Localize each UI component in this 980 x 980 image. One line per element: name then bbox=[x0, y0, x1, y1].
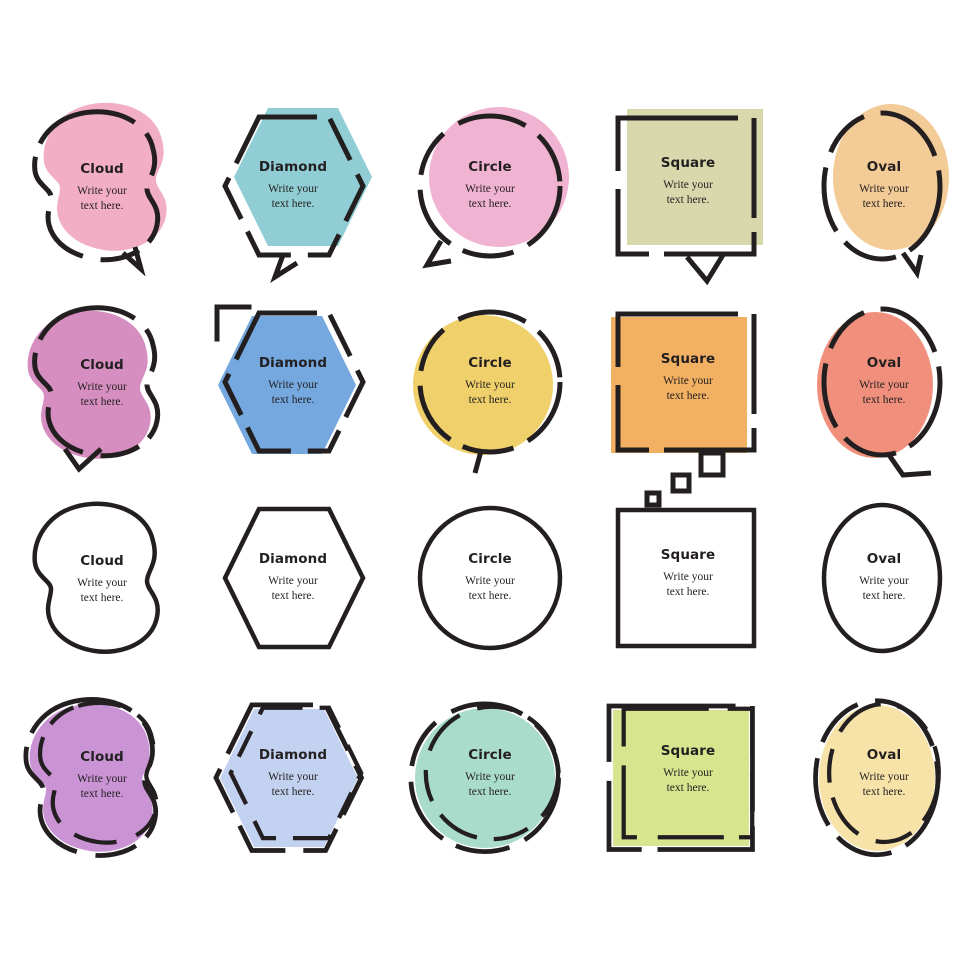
grid-spacer bbox=[0, 0, 196, 88]
tail-pointer-icon bbox=[685, 253, 726, 286]
badge-grid: Cloud Write your text here. Diamond Write yo… bbox=[0, 0, 980, 980]
badge-cell-cloud-r1[interactable]: Cloud Write your text here. bbox=[0, 88, 196, 284]
grid-spacer bbox=[392, 872, 588, 980]
badge-cell-cloud-r4[interactable]: Cloud Write your text here. bbox=[0, 676, 196, 872]
badge-cell-oval-r4[interactable]: Oval Write your text here. bbox=[784, 676, 980, 872]
square-shape-icon bbox=[611, 311, 757, 508]
speech-bubble-circle[interactable]: Circle Write your text here. bbox=[405, 101, 575, 271]
oval-shape-icon bbox=[817, 306, 943, 478]
badge-cell-oval-r2[interactable]: Oval Write your text here. bbox=[784, 284, 980, 480]
cloud-shape-icon bbox=[23, 697, 159, 858]
badge-cell-oval-r3[interactable]: Oval Write your text here. bbox=[784, 480, 980, 676]
diamond-shape-icon bbox=[213, 702, 365, 853]
badge-cell-diamond-r1[interactable]: Diamond Write your text here. bbox=[196, 88, 392, 284]
badge-cell-circle-r2[interactable]: Circle Write your text here. bbox=[392, 284, 588, 480]
speech-bubble-circle[interactable]: Circle Write your text here. bbox=[405, 493, 575, 663]
speech-bubble-oval[interactable]: Oval Write your text here. bbox=[797, 101, 967, 280]
badge-cell-circle-r1[interactable]: Circle Write your text here. bbox=[392, 88, 588, 284]
diamond-shape-icon bbox=[214, 304, 366, 454]
cloud-shape-icon bbox=[27, 305, 161, 473]
circle-shape-icon bbox=[408, 701, 561, 854]
speech-bubble-square[interactable]: Square Write your text here. bbox=[601, 101, 771, 286]
speech-bubble-circle[interactable]: Circle Write your text here. bbox=[405, 297, 575, 474]
badge-cell-circle-r4[interactable]: Circle Write your text here. bbox=[392, 676, 588, 872]
speech-bubble-oval[interactable]: Oval Write your text here. bbox=[797, 493, 967, 663]
grid-spacer bbox=[196, 0, 392, 88]
oval-shape-icon bbox=[821, 502, 943, 654]
grid-spacer bbox=[0, 872, 196, 980]
circle-shape-icon bbox=[417, 505, 563, 651]
badge-cell-diamond-r4[interactable]: Diamond Write your text here. bbox=[196, 676, 392, 872]
speech-bubble-diamond[interactable]: Diamond Write your text here. bbox=[209, 101, 379, 284]
circle-shape-icon bbox=[417, 107, 569, 269]
speech-bubble-oval[interactable]: Oval Write your text here. bbox=[797, 297, 967, 478]
badge-cell-square-r3[interactable]: Square Write your text here. bbox=[588, 480, 784, 676]
badge-cell-square-r4[interactable]: Square Write your text here. bbox=[588, 676, 784, 872]
oval-shape-icon bbox=[821, 104, 949, 280]
grid-spacer bbox=[588, 0, 784, 88]
oval-shape-icon bbox=[813, 698, 941, 858]
speech-bubble-cloud[interactable]: Cloud Write your text here. bbox=[13, 297, 183, 473]
speech-bubble-oval[interactable]: Oval Write your text here. bbox=[797, 689, 967, 859]
speech-bubble-square[interactable]: Square Write your text here. bbox=[601, 493, 771, 663]
badge-cell-circle-r3[interactable]: Circle Write your text here. bbox=[392, 480, 588, 676]
badge-cell-cloud-r2[interactable]: Cloud Write your text here. bbox=[0, 284, 196, 480]
speech-bubble-cloud[interactable]: Cloud Write your text here. bbox=[13, 493, 183, 663]
grid-spacer bbox=[392, 0, 588, 88]
speech-bubble-cloud[interactable]: Cloud Write your text here. bbox=[13, 101, 183, 277]
badge-cell-cloud-r3[interactable]: Cloud Write your text here. bbox=[0, 480, 196, 676]
badge-cell-square-r1[interactable]: Square Write your text here. bbox=[588, 88, 784, 286]
grid-spacer bbox=[588, 872, 784, 980]
diamond-shape-icon bbox=[222, 506, 366, 650]
badge-cell-diamond-r3[interactable]: Diamond Write your text here. bbox=[196, 480, 392, 676]
speech-bubble-diamond[interactable]: Diamond Write your text here. bbox=[209, 297, 379, 467]
square-shape-icon bbox=[615, 507, 757, 649]
speech-bubble-diamond[interactable]: Diamond Write your text here. bbox=[209, 689, 379, 859]
speech-bubble-square[interactable]: Square Write your text here. bbox=[601, 689, 771, 859]
cloud-shape-icon bbox=[32, 102, 167, 277]
badge-cell-diamond-r2[interactable]: Diamond Write your text here. bbox=[196, 284, 392, 480]
speech-bubble-cloud[interactable]: Cloud Write your text here. bbox=[13, 689, 183, 859]
circle-shape-icon bbox=[413, 309, 563, 474]
speech-bubble-sticker-sheet: Cloud Write your text here. Diamond Write yo… bbox=[0, 0, 980, 980]
cloud-shape-icon bbox=[32, 501, 160, 654]
square-shape-icon bbox=[615, 109, 763, 286]
square-shape-icon bbox=[606, 703, 755, 852]
diamond-shape-icon bbox=[222, 108, 372, 284]
tail-pointer-icon bbox=[121, 246, 146, 277]
tail-pointer-icon bbox=[886, 453, 932, 478]
badge-cell-square-r2[interactable]: Square Write your text here. bbox=[588, 284, 784, 508]
grid-spacer bbox=[784, 0, 980, 88]
speech-bubble-circle[interactable]: Circle Write your text here. bbox=[405, 689, 575, 859]
tail-pointer-icon bbox=[270, 254, 299, 284]
tail-pointer-icon bbox=[900, 251, 924, 280]
grid-spacer bbox=[784, 872, 980, 980]
speech-bubble-square[interactable]: Square Write your text here. bbox=[601, 297, 771, 508]
grid-spacer bbox=[196, 872, 392, 980]
speech-bubble-diamond[interactable]: Diamond Write your text here. bbox=[209, 493, 379, 663]
badge-cell-oval-r1[interactable]: Oval Write your text here. bbox=[784, 88, 980, 284]
